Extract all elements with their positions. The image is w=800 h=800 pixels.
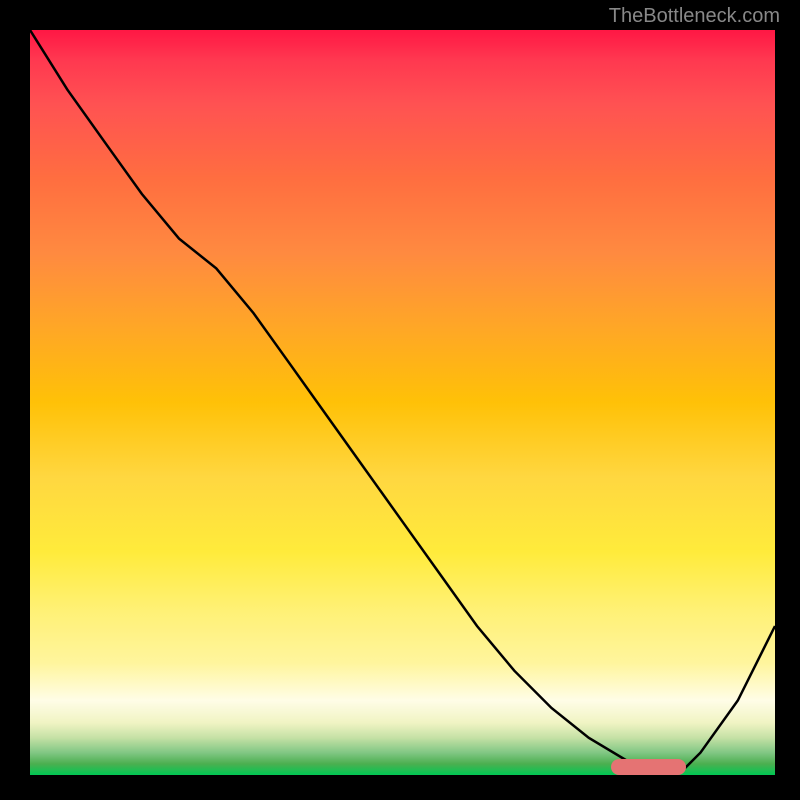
bottleneck-curve	[30, 30, 775, 775]
optimal-range-marker	[611, 759, 686, 775]
watermark-text: TheBottleneck.com	[609, 5, 780, 28]
